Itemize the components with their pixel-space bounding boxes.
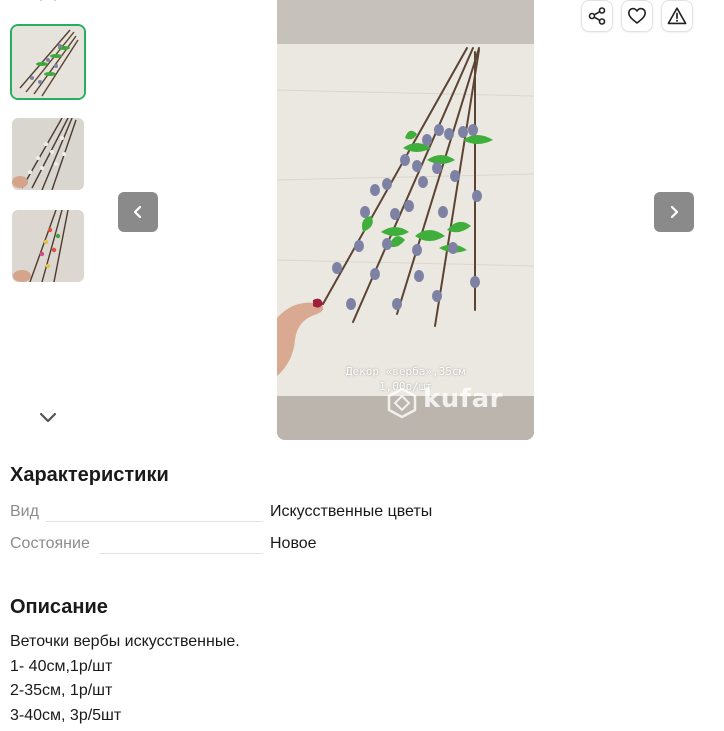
favorite-button[interactable] <box>621 0 653 32</box>
chevron-right-icon <box>670 205 679 219</box>
share-icon <box>588 7 606 25</box>
chevron-up-icon[interactable] <box>36 0 60 4</box>
spec-row-condition: Состояние Новое <box>10 535 710 559</box>
thumbnail-2-image <box>12 118 84 190</box>
description-line: 3-40см, 3р/5шт <box>10 706 122 724</box>
share-button[interactable] <box>581 0 613 32</box>
spec-value: Искусственные цветы <box>270 503 433 520</box>
spec-label: Вид <box>10 503 39 520</box>
thumbnail-2[interactable] <box>10 116 86 192</box>
thumbnail-1[interactable] <box>10 24 86 100</box>
chevron-left-icon <box>133 205 142 219</box>
kufar-logo-icon <box>387 387 417 419</box>
spec-label: Состояние <box>10 535 90 552</box>
report-button[interactable] <box>661 0 693 32</box>
spec-divider <box>100 553 263 554</box>
photo-watermark: kufar <box>423 384 503 414</box>
chevron-down-icon[interactable] <box>36 410 60 426</box>
spec-divider <box>46 521 263 522</box>
specs-title: Характеристики <box>10 464 169 486</box>
main-photo[interactable]: Декор «верба»,35см 1,00р/шт kufar <box>277 0 534 440</box>
description-line: Веточки вербы искусственные. <box>10 633 240 650</box>
warning-icon <box>667 7 687 25</box>
description-line: 2-35см, 1р/шт <box>10 682 113 699</box>
gallery-next-button[interactable] <box>654 192 694 232</box>
thumbnail-3-image <box>12 210 84 282</box>
description-line: 1- 40см,1р/шт <box>10 657 113 675</box>
thumbnail-list <box>10 24 86 300</box>
description-text: Веточки вербы искусственные. 1- 40см,1р/… <box>10 630 240 728</box>
spec-value: Новое <box>270 535 317 552</box>
description-title: Описание <box>10 596 108 618</box>
thumbnail-1-image <box>12 26 84 98</box>
spec-row-type: Вид Искусственные цветы <box>10 503 710 527</box>
photo-caption-line1: Декор «верба»,35см <box>345 365 466 378</box>
heart-icon <box>628 7 646 24</box>
gallery-prev-button[interactable] <box>118 192 158 232</box>
thumbnail-3[interactable] <box>10 208 86 284</box>
